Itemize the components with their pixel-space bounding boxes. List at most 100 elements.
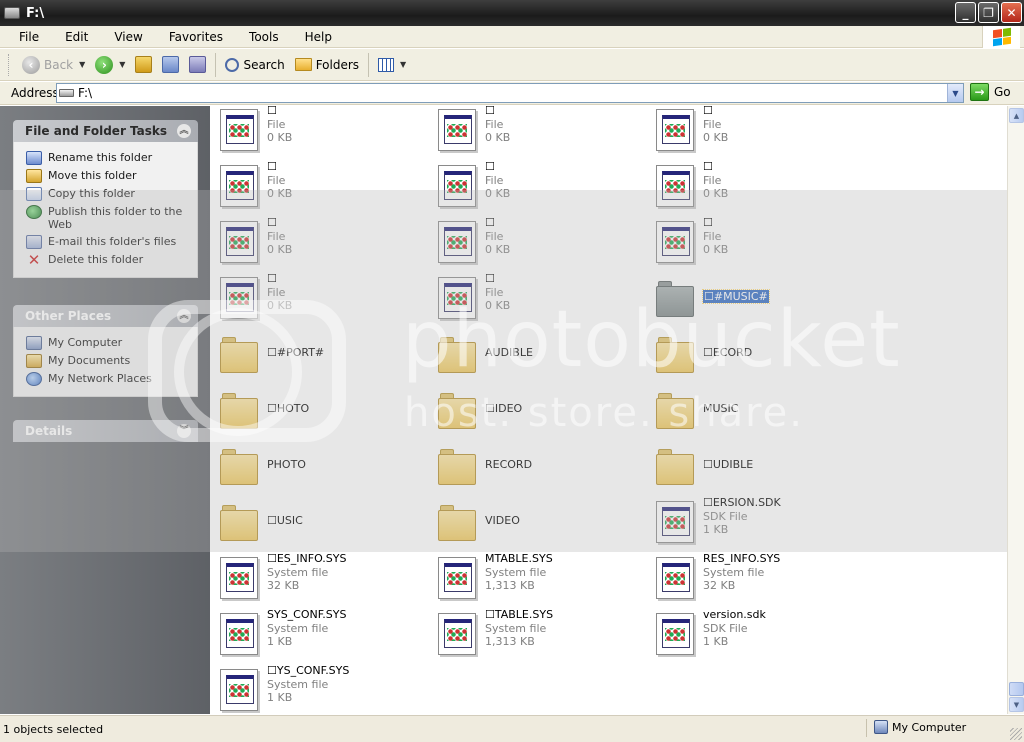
task-copy-folder[interactable]: Copy this folder [26,187,189,201]
forward-button[interactable]: › ▼ [90,53,130,77]
file-item[interactable]: ☐ File 0 KB [210,216,410,268]
chevron-down-icon[interactable]: ▼ [119,60,125,69]
item-size: 0 KB [485,243,511,256]
item-name: RES_INFO.SYS [703,552,781,565]
folder-item[interactable]: RECORD [428,440,628,492]
file-item[interactable]: version.sdk SDK File 1 KB [646,608,846,660]
up-folder-button[interactable] [130,53,157,77]
folder-item[interactable]: ☐USIC [210,496,410,548]
task-publish-folder[interactable]: Publish this folder to the Web [26,205,189,231]
search-button[interactable]: Search [220,53,289,77]
scroll-down-button[interactable]: ▼ [1009,697,1024,712]
panel-header[interactable]: Details ︾ [13,420,198,442]
item-type: File [485,286,504,299]
item-name: PHOTO [267,458,306,471]
item-name: ☐ [485,160,495,173]
menu-favorites[interactable]: Favorites [151,30,231,44]
collapse-icon[interactable]: ︽ [177,124,191,138]
address-dropdown-button[interactable]: ▼ [947,84,963,102]
file-item[interactable]: ☐ File 0 KB [646,106,846,156]
item-name: ☐ [267,272,277,285]
collapse-icon[interactable]: ︽ [177,309,191,323]
file-item[interactable]: ☐ File 0 KB [646,216,846,268]
menu-view[interactable]: View [96,30,150,44]
file-item[interactable]: ☐TABLE.SYS System file 1,313 KB [428,608,628,660]
folder-item[interactable]: ☐UDIBLE [646,440,846,492]
file-icon [438,221,476,263]
task-delete-folder[interactable]: ✕ Delete this folder [26,252,189,267]
file-item[interactable]: ☐ File 0 KB [210,160,410,212]
address-input[interactable]: F:\ ▼ [56,83,964,103]
file-item[interactable]: RES_INFO.SYS System file 32 KB [646,552,846,604]
folder-item[interactable]: ☐IDEO [428,384,628,436]
status-bar: 1 objects selected My Computer [0,715,1024,742]
file-item[interactable]: ☐ File 0 KB [210,106,410,156]
file-item[interactable]: ☐ File 0 KB [428,272,628,324]
item-name: RECORD [485,458,533,471]
item-size: 0 KB [703,131,729,144]
file-item[interactable]: SYS_CONF.SYS System file 1 KB [210,608,410,660]
file-item[interactable]: MTABLE.SYS System file 1,313 KB [428,552,628,604]
expand-icon[interactable]: ︾ [177,424,191,438]
folder-item[interactable]: PHOTO [210,440,410,492]
scroll-up-button[interactable]: ▲ [1009,108,1024,123]
panel-header[interactable]: Other Places ︽ [13,305,198,327]
file-item[interactable]: ☐ File 0 KB [210,272,410,324]
file-item[interactable]: ☐ERSION.SDK SDK File 1 KB [646,496,846,548]
folder-item[interactable]: AUDIBLE [428,328,628,380]
item-size: 32 KB [703,579,736,592]
chevron-down-icon[interactable]: ▼ [79,60,85,69]
menu-file[interactable]: File [0,30,47,44]
file-item[interactable]: ☐ File 0 KB [428,160,628,212]
move-to-button[interactable] [157,53,184,77]
windows-logo-icon [982,26,1020,48]
scroll-thumb[interactable] [1009,682,1024,696]
folder-item[interactable]: ☐#MUSIC# [646,272,846,324]
item-size: 0 KB [703,187,729,200]
views-button[interactable]: ▼ [373,53,411,77]
folder-item[interactable]: MUSIC [646,384,846,436]
file-item[interactable]: ☐YS_CONF.SYS System file 1 KB [210,664,410,714]
task-rename-folder[interactable]: Rename this folder [26,151,189,165]
task-email-files[interactable]: E-mail this folder's files [26,235,189,249]
item-size: 0 KB [267,187,293,200]
folder-item[interactable]: ☐HOTO [210,384,410,436]
task-pane: File and Folder Tasks ︽ Rename this fold… [0,106,210,714]
other-places-panel: Other Places ︽ My Computer My Documents … [13,305,198,397]
file-item[interactable]: ☐ File 0 KB [428,216,628,268]
item-name: ☐#PORT# [267,346,325,359]
file-item[interactable]: ☐ File 0 KB [428,106,628,156]
file-list-view[interactable]: ☐ File 0 KB ☐ File 0 KB ☐ File 0 KB ☐ File 0 KB ☐ Fil… [210,106,1007,714]
minimize-button[interactable]: _ [955,2,976,23]
back-button[interactable]: ‹ Back ▼ [17,53,90,77]
panel-title: Other Places [25,309,112,323]
folder-icon [438,501,476,543]
resize-grip[interactable] [1010,728,1022,740]
place-my-computer[interactable]: My Computer [26,336,189,350]
place-my-documents[interactable]: My Documents [26,354,189,368]
menu-help[interactable]: Help [287,30,340,44]
panel-header[interactable]: File and Folder Tasks ︽ [13,120,198,142]
item-name: ☐ [267,160,277,173]
window-title: F:\ [26,5,45,21]
folder-item[interactable]: ☐ECORD [646,328,846,380]
file-item[interactable]: ☐ File 0 KB [646,160,846,212]
folder-item[interactable]: ☐#PORT# [210,328,410,380]
go-button[interactable]: → Go [970,83,1011,101]
place-network[interactable]: My Network Places [26,372,189,386]
folders-button[interactable]: Folders [290,53,364,77]
menu-edit[interactable]: Edit [47,30,96,44]
file-item[interactable]: ☐ES_INFO.SYS System file 32 KB [210,552,410,604]
item-name: ☐ES_INFO.SYS [267,552,347,565]
menu-tools[interactable]: Tools [231,30,287,44]
close-button[interactable]: ✕ [1001,2,1022,23]
file-icon [656,501,694,543]
drive-icon [4,7,20,19]
vertical-scrollbar[interactable]: ▲ ▼ [1007,106,1024,714]
folder-item[interactable]: VIDEO [428,496,628,548]
task-move-folder[interactable]: Move this folder [26,169,189,183]
folder-icon [656,445,694,487]
toolbar-grip[interactable] [8,53,11,76]
maximize-button[interactable]: ❐ [978,2,999,23]
delete-button[interactable] [184,53,211,77]
